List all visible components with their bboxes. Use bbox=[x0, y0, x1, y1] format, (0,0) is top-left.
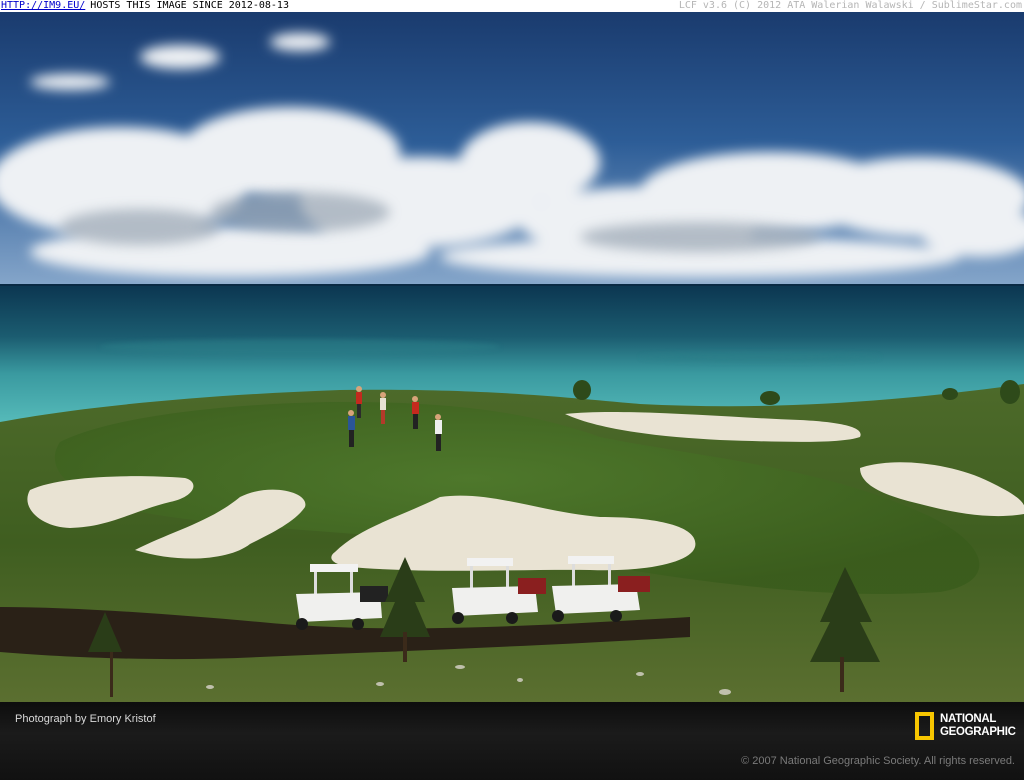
script-credit: LCF v3.6 (C) 2012 ATA Walerian Walawski … bbox=[678, 0, 1022, 11]
copyright-notice: © 2007 National Geographic Society. All … bbox=[741, 755, 1015, 767]
golf-course-photo bbox=[0, 12, 1024, 702]
yellow-frame-icon bbox=[915, 712, 934, 740]
photographer-credit: Photograph by Emory Kristof bbox=[15, 713, 156, 725]
host-link[interactable]: HTTP://IM9.EU/ bbox=[1, 0, 85, 11]
national-geographic-logo: NATIONAL GEOGRAPHIC bbox=[915, 711, 1016, 743]
logo-line-2: GEOGRAPHIC bbox=[940, 726, 1016, 738]
top-banner: HTTP://IM9.EU/HOSTS THIS IMAGE SINCE 201… bbox=[0, 0, 1024, 12]
caption-band: Photograph by Emory Kristof NATIONAL GEO… bbox=[0, 702, 1024, 780]
logo-line-1: NATIONAL bbox=[940, 713, 997, 725]
host-notice: HOSTS THIS IMAGE SINCE 2012-08-13 bbox=[90, 0, 289, 11]
